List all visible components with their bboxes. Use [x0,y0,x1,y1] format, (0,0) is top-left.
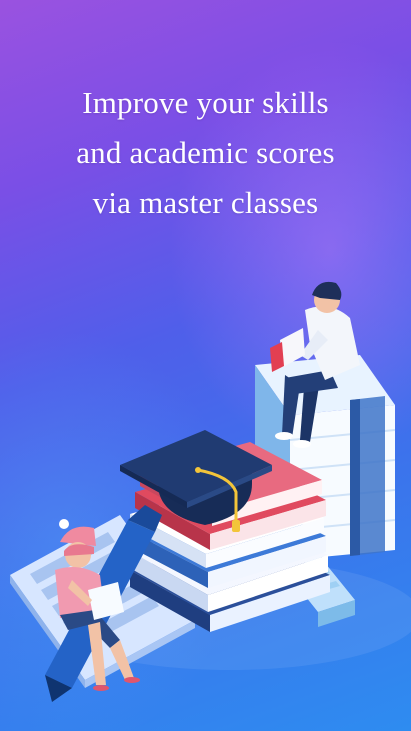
headline-line-2: and academic scores [76,135,335,170]
headline-line-3: via master classes [92,185,319,220]
headline-line-1: Improve your skills [82,85,329,120]
education-illustration [10,281,411,702]
onboarding-headline: Improve your skills and academic scores … [20,78,391,228]
onboarding-screen: Improve your skills and academic scores … [0,0,411,731]
